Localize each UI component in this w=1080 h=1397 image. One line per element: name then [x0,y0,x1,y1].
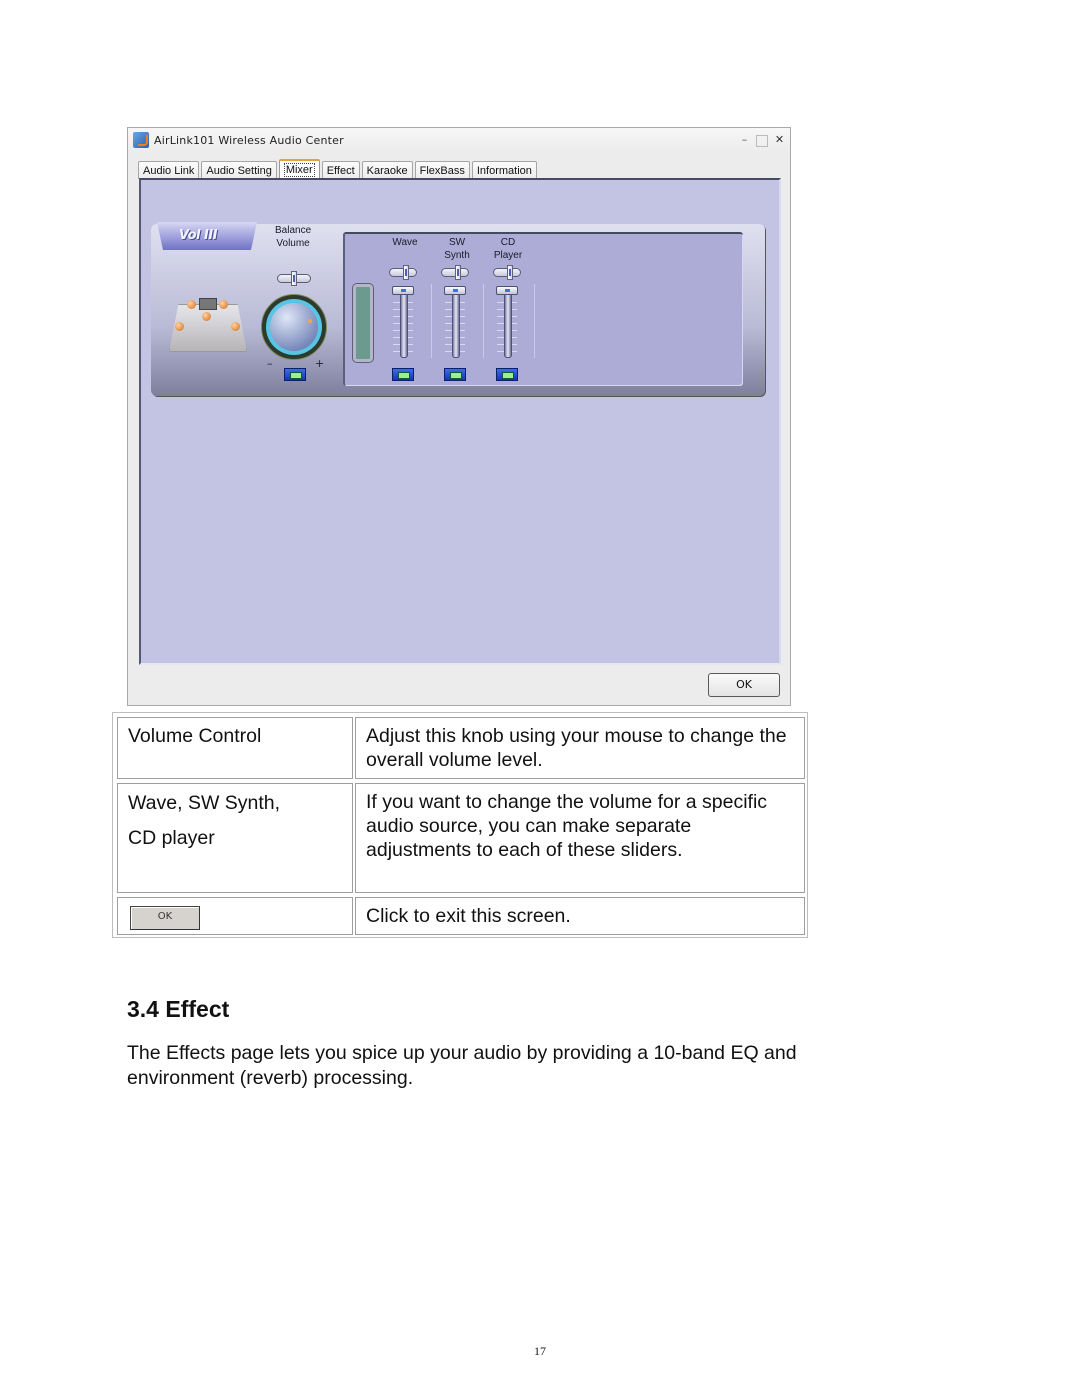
tab-label: FlexBass [419,165,465,177]
divider [431,284,432,358]
table-cell-term: OK [117,897,353,935]
channel-label-sw-synth: SW Synth [444,237,470,261]
cd-player-volume-thumb[interactable] [496,286,518,295]
table-cell-description: If you want to change the volume for a s… [355,783,805,893]
cd-player-mute-button[interactable] [496,368,518,381]
tab-effect[interactable]: Effect [321,161,360,179]
level-meter [353,284,373,362]
close-button[interactable]: ✕ [773,134,786,147]
tab-flexbass[interactable]: FlexBass [414,161,470,179]
table-cell-term: Volume Control [117,717,353,779]
tab-label: Effect [326,165,355,177]
tab-label: Audio Setting [206,165,272,177]
title-bar: AirLink101 Wireless Audio Center – ✕ [128,128,790,154]
divider [534,284,535,358]
tab-karaoke[interactable]: Karaoke [361,161,413,179]
table-cell-description: Click to exit this screen. [355,897,805,935]
table-cell-term: Wave, SW Synth, CD player [117,783,353,893]
tab-information[interactable]: Information [471,161,537,179]
maximize-button[interactable] [756,135,768,147]
tab-bar: Audio Link Audio Setting Mixer Effect Ka… [138,159,539,179]
channel-label-wave: Wave [392,237,418,248]
cd-player-volume-track[interactable] [504,292,512,358]
knob-minus-label: – [267,357,273,370]
ok-button-illustration: OK [130,906,200,930]
wave-volume-thumb[interactable] [392,286,414,295]
tab-label: Karaoke [366,165,408,177]
vol-badge-label: Vol III [179,228,218,243]
vol-badge: Vol III [157,222,257,250]
wave-volume-track[interactable] [400,292,408,358]
channel-sliders-box: Wave SW Synth CD Player [343,232,743,386]
master-balance-slider[interactable] [277,271,311,286]
wave-mute-button[interactable] [392,368,414,381]
sw-synth-volume-track[interactable] [452,292,460,358]
balance-volume-label: Balance Volume [275,225,312,249]
section-paragraph: The Effects page lets you spice up your … [127,1042,797,1089]
divider [483,284,484,358]
sw-synth-mute-button[interactable] [444,368,466,381]
channel-label-cd-player: CD Player [493,237,523,261]
mixer-frame: Vol III Balance Volume – + Wave SW Synth… [151,222,765,396]
sw-synth-balance-slider[interactable] [441,265,469,280]
tab-audio-setting[interactable]: Audio Setting [201,161,277,179]
minimize-button[interactable]: – [738,134,751,147]
app-window-screenshot: AirLink101 Wireless Audio Center – ✕ Aud… [127,127,791,706]
app-icon [133,132,149,148]
tab-label: Audio Link [143,165,195,177]
knob-plus-label: + [315,357,325,370]
volume-knob[interactable] [261,294,327,360]
tab-label: Information [476,165,532,177]
tab-label: Mixer [283,163,315,177]
knob-indicator [308,319,312,323]
cd-player-balance-slider[interactable] [493,265,521,280]
wave-balance-slider[interactable] [389,265,417,280]
tab-mixer[interactable]: Mixer [278,159,320,179]
description-table: Volume Control Adjust this knob using yo… [112,712,808,938]
window-title: AirLink101 Wireless Audio Center [154,134,344,147]
ok-button[interactable]: OK [708,673,780,697]
tab-audio-link[interactable]: Audio Link [138,161,200,179]
section-heading: 3.4 Effect [127,996,230,1022]
mixer-panel: Vol III Balance Volume – + Wave SW Synth… [139,178,781,665]
table-cell-description: Adjust this knob using your mouse to cha… [355,717,805,779]
page-number: 17 [534,1344,546,1358]
speaker-room-icon [169,292,247,352]
sw-synth-volume-thumb[interactable] [444,286,466,295]
master-mute-button[interactable] [284,368,306,381]
